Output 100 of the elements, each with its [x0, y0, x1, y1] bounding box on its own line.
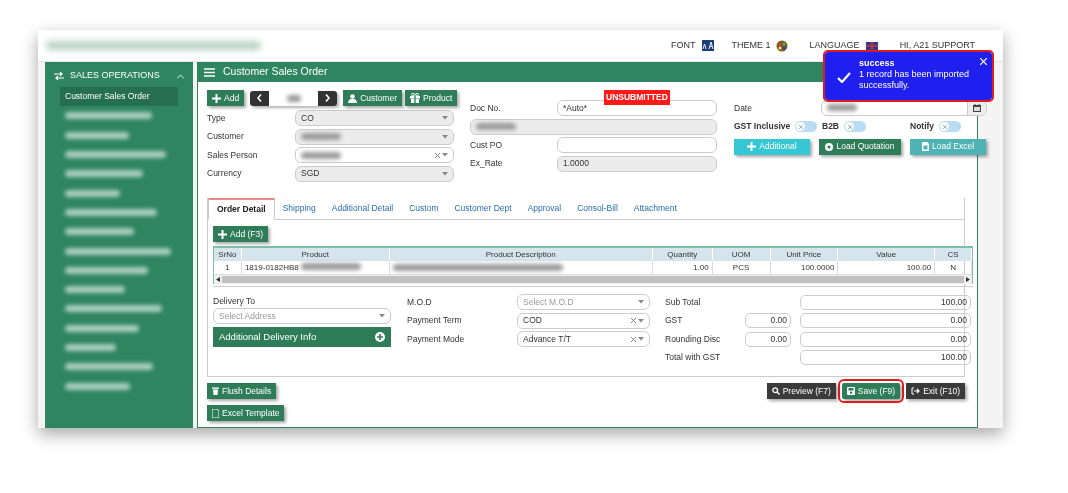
add-button[interactable]: Add — [207, 90, 245, 106]
clear-icon — [631, 336, 636, 342]
input-field[interactable]: 1.0000 — [557, 155, 717, 172]
placeholder: Select M.O.D — [523, 295, 574, 309]
field-label: GST — [665, 314, 684, 328]
load-quotation-button[interactable]: Load Quotation — [819, 138, 901, 155]
additional-delivery-button[interactable]: Additional Delivery Info — [213, 327, 391, 347]
tab[interactable]: Order Detail — [208, 198, 275, 220]
caret-icon — [638, 337, 644, 342]
tab[interactable]: Consol-Bill — [569, 197, 626, 219]
swap-icon — [54, 72, 64, 80]
caret-icon — [442, 171, 448, 176]
menu-icon — [204, 67, 215, 77]
field-label: Date — [734, 101, 753, 115]
scroll-right-icon — [966, 277, 970, 282]
exit-icon — [911, 387, 921, 395]
toggle-switch[interactable] — [939, 121, 962, 132]
field-label: Rounding Disc — [665, 332, 722, 346]
column-header: Quantity — [652, 248, 713, 261]
select-field[interactable]: COD — [517, 312, 650, 329]
tab[interactable]: Custom — [401, 197, 447, 219]
horizontal-scrollbar[interactable] — [214, 274, 972, 284]
excel-template-button[interactable]: Excel Template — [207, 405, 285, 421]
field-label: Currency — [207, 167, 243, 181]
input-field[interactable] — [470, 118, 717, 135]
close-icon — [980, 58, 987, 65]
field-label: Total with GST — [665, 351, 722, 365]
preview-button[interactable]: Preview (F7) — [766, 383, 836, 399]
caret-icon — [442, 153, 448, 158]
tab[interactable]: Customer Dept — [446, 197, 520, 219]
product-button[interactable]: Product — [404, 90, 458, 106]
font-label: FONT — [671, 38, 696, 52]
tab[interactable]: Additional Detail — [323, 197, 402, 219]
select-field[interactable] — [295, 147, 454, 164]
amount-field: 0.00 — [800, 313, 971, 329]
field-label: Cust PO — [470, 138, 504, 152]
column-header: Product Description — [389, 248, 653, 261]
input-field[interactable]: 0.00 — [745, 331, 791, 347]
caret-icon — [442, 116, 448, 121]
chevron-left-icon — [257, 94, 263, 102]
customer-button[interactable]: Customer — [343, 90, 402, 106]
column-header: Unit Price — [770, 248, 839, 261]
toast-message: 1 record has been imported successfully. — [859, 69, 971, 91]
field-value: CO — [301, 111, 314, 125]
amount-field: 100.00 — [800, 294, 971, 310]
field-label: Sales Person — [207, 148, 259, 162]
gift-icon — [409, 93, 420, 103]
column-header: CS — [935, 248, 972, 261]
select-field[interactable]: Advance T/T — [517, 331, 650, 348]
x-icon — [847, 124, 852, 129]
field-value: Advance T/T — [523, 332, 572, 346]
field-label: Customer — [207, 130, 245, 144]
toggle-switch[interactable] — [844, 121, 866, 132]
toggle-switch[interactable] — [795, 121, 818, 132]
flush-details-button[interactable]: Flush Details — [207, 383, 277, 399]
sidebar-item[interactable]: Customer Sales Order — [60, 87, 178, 107]
field-value: 1.0000 — [563, 157, 589, 171]
language-label[interactable]: LANGUAGE — [809, 38, 860, 53]
palette-icon — [775, 39, 788, 52]
check-icon — [837, 72, 851, 83]
select-field[interactable]: CO — [295, 110, 454, 127]
record-navigator[interactable] — [250, 90, 338, 106]
field-label: M.O.D — [407, 295, 433, 309]
caret-icon — [638, 318, 644, 323]
input-field[interactable]: 0.00 — [745, 313, 791, 329]
user-icon — [348, 93, 358, 103]
field-label: Delivery To — [213, 294, 256, 308]
field-label: Sub Total — [665, 295, 702, 309]
circle-dot-icon — [825, 142, 834, 151]
placeholder: Select Address — [219, 309, 276, 323]
tab[interactable]: Shipping — [274, 197, 324, 219]
calendar-icon — [973, 104, 981, 113]
user-menu[interactable]: HI, A21 SUPPORT — [899, 38, 975, 53]
select-field[interactable]: Select Address — [213, 308, 391, 324]
add-line-button[interactable]: Add (F3) — [213, 226, 269, 242]
field-label: Payment Mode — [407, 332, 466, 346]
toggle-label: B2B — [822, 120, 839, 133]
search-icon — [771, 387, 780, 395]
tab[interactable]: Attachment — [625, 197, 685, 219]
clear-icon — [631, 318, 636, 324]
tab[interactable]: Approval — [519, 197, 570, 219]
previous-button[interactable] — [250, 90, 270, 106]
chevron-right-icon — [325, 94, 331, 102]
trash-icon — [212, 387, 219, 395]
plus-icon — [212, 93, 221, 103]
select-field[interactable]: Select M.O.D — [517, 294, 650, 311]
x-icon — [942, 124, 947, 129]
field-value: SGD — [301, 167, 320, 181]
amount-field: 100.00 — [800, 350, 971, 366]
exit-button[interactable]: Exit (F10) — [906, 383, 965, 399]
save-icon — [846, 387, 855, 395]
select-field[interactable]: SGD — [295, 165, 454, 182]
clear-icon — [435, 152, 440, 158]
input-field[interactable] — [557, 137, 717, 154]
x-icon — [798, 124, 803, 129]
theme-label: THEME 1 — [731, 38, 771, 52]
select-field[interactable] — [295, 128, 454, 145]
next-button[interactable] — [318, 90, 338, 106]
amount-field: 0.00 — [800, 331, 971, 347]
field-label: Doc No. — [470, 101, 502, 115]
